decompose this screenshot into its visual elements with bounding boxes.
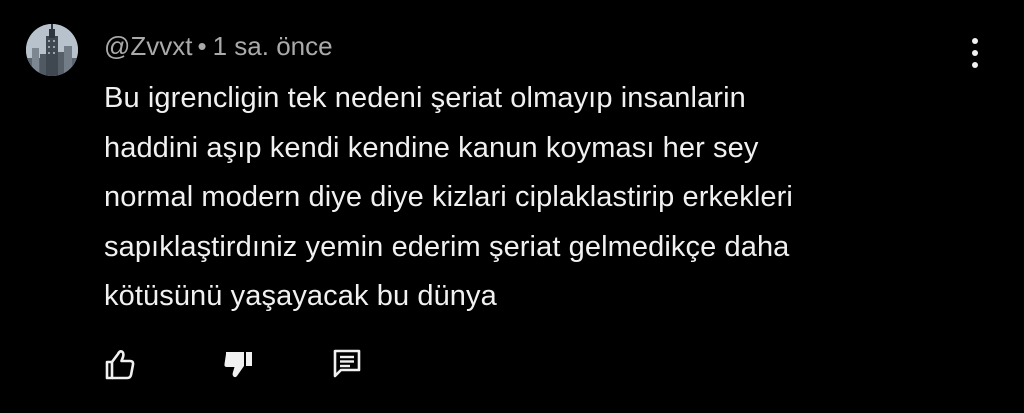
thumb-up-icon <box>105 350 135 380</box>
avatar-image <box>26 24 78 76</box>
more-options-button[interactable] <box>960 36 990 70</box>
comment-text-line: Bu igrencligin tek nedeni şeriat olmayıp… <box>104 82 746 114</box>
dislike-button[interactable] <box>220 346 256 382</box>
more-vertical-icon-dot <box>972 62 978 68</box>
more-vertical-icon <box>972 38 978 44</box>
more-vertical-icon-dot <box>972 50 978 56</box>
thumb-down-icon <box>224 352 252 378</box>
comment-text-line: haddini aşıp kendi kendine kanun koyması… <box>104 131 759 164</box>
avatar[interactable] <box>26 24 78 76</box>
comment-text-line: sapıklaştirdıniz yemin ederim şeriat gel… <box>104 230 790 263</box>
comment-reply-icon <box>333 349 361 378</box>
comment-text: Bu igrencligin tek nedeni şeriat olmayıp… <box>104 74 964 322</box>
comment-timestamp[interactable]: 1 sa. önce <box>213 31 333 61</box>
comment-text-line: kötüsünü yaşayacak bu dünya <box>104 280 497 312</box>
reply-button[interactable] <box>330 346 366 382</box>
comment-text-line: normal modern diye diye kizlari ciplakla… <box>104 181 793 213</box>
comment-item: @Zvvxt • 1 sa. önce Bu igrencligin tek ned… <box>0 0 1024 413</box>
meta-separator: • <box>197 31 207 61</box>
author-name[interactable]: @Zvvxt <box>104 31 193 61</box>
like-button[interactable] <box>102 346 138 382</box>
comment-header: @Zvvxt • 1 sa. önce <box>104 31 333 61</box>
